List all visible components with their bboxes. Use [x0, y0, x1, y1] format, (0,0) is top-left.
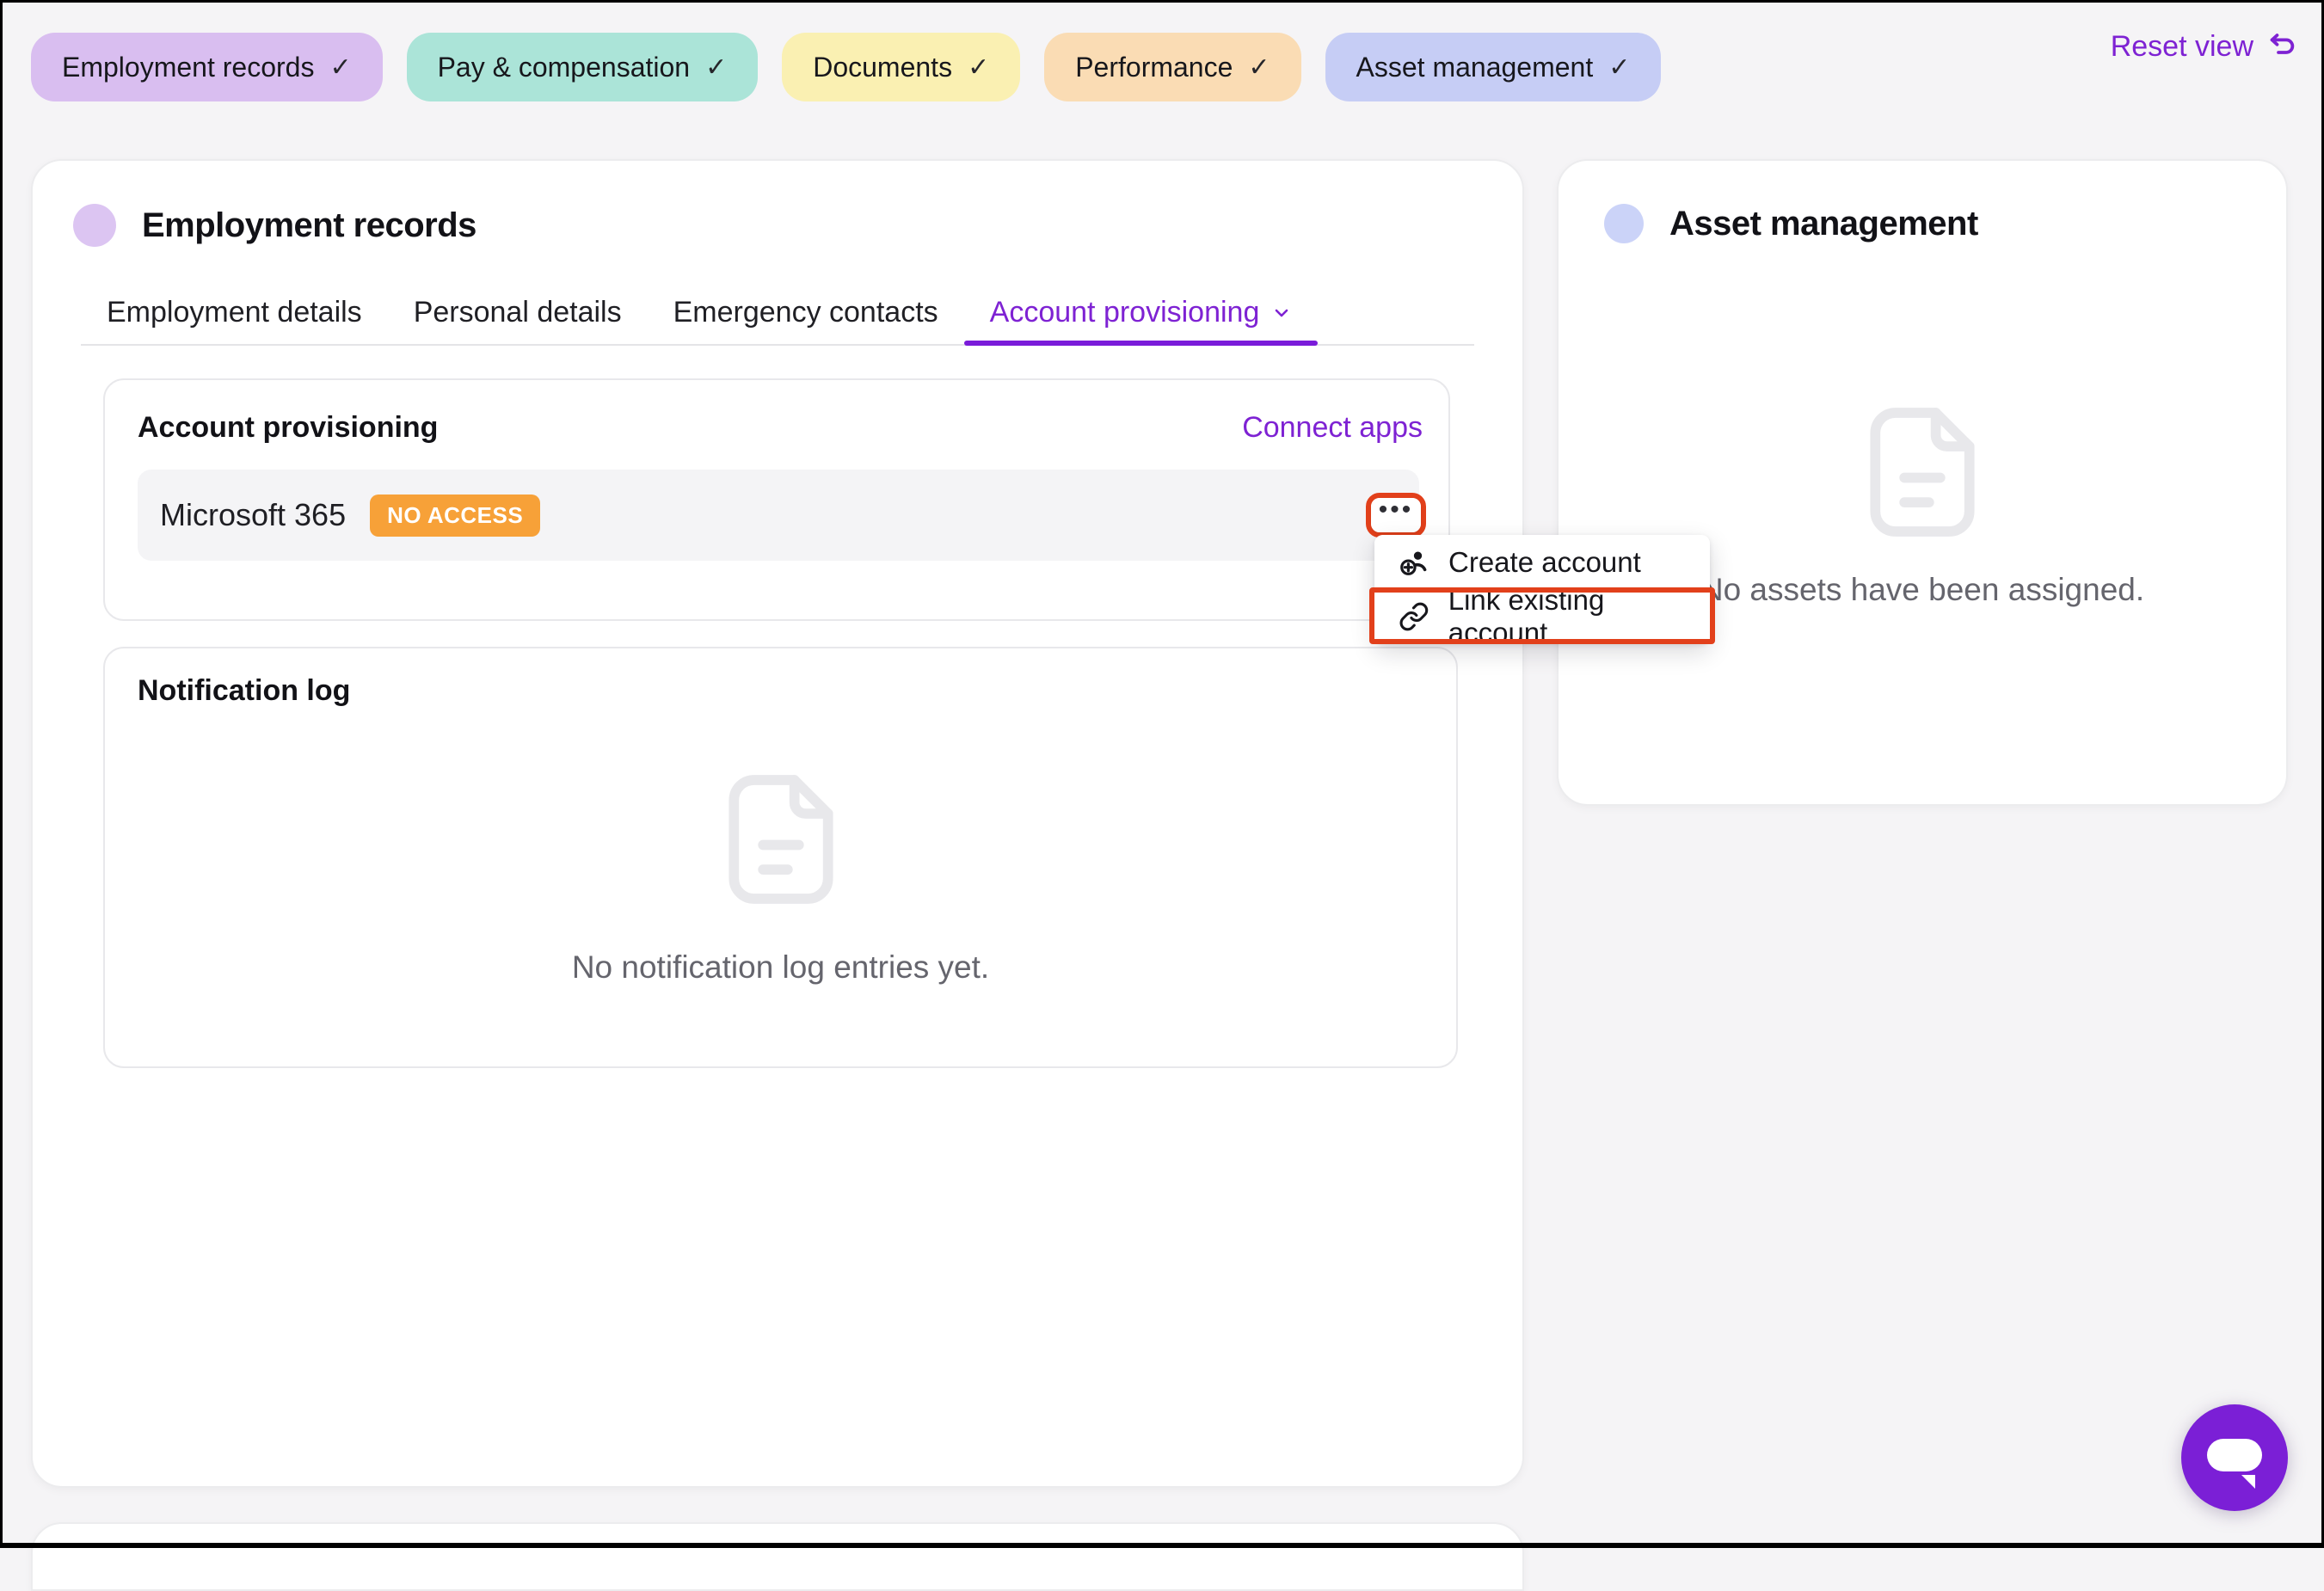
check-icon: ✓	[1248, 52, 1270, 83]
menu-item-label: Create account	[1448, 546, 1641, 579]
employment-records-card: Employment records Employment details Pe…	[31, 159, 1524, 1488]
more-icon: •••	[1379, 497, 1414, 523]
next-section-card	[31, 1522, 1524, 1591]
chevron-down-icon	[1271, 303, 1292, 323]
pill-label: Asset management	[1356, 52, 1594, 83]
account-provisioning-section: Account provisioning Connect apps Micros…	[103, 378, 1450, 621]
notification-empty-text: No notification log entries yet.	[105, 949, 1456, 986]
provisioning-section-title: Account provisioning	[138, 411, 438, 445]
employment-card-header: Employment records	[73, 204, 476, 247]
pill-asset-management[interactable]: Asset management ✓	[1325, 33, 1662, 101]
completed-steps-bar: Employment records ✓ Pay & compensation …	[31, 33, 1661, 101]
check-icon: ✓	[705, 52, 727, 83]
employment-records-dot-icon	[73, 204, 116, 247]
asset-management-dot-icon	[1604, 204, 1644, 243]
microsoft-365-row: Microsoft 365 NO ACCESS •••	[138, 470, 1419, 561]
pill-label: Employment records	[62, 52, 314, 83]
more-options-button[interactable]: •••	[1371, 498, 1421, 532]
pill-pay-compensation[interactable]: Pay & compensation ✓	[407, 33, 759, 101]
check-icon: ✓	[329, 52, 351, 83]
connect-apps-link[interactable]: Connect apps	[1242, 411, 1423, 445]
reset-undo-icon	[2266, 30, 2298, 63]
provisioning-context-menu: Create account Link existing account	[1374, 535, 1710, 643]
chat-bubble-icon	[2181, 1404, 2288, 1511]
menu-item-create-account[interactable]: Create account	[1374, 535, 1710, 589]
no-access-badge: NO ACCESS	[370, 494, 540, 537]
pill-label: Performance	[1075, 52, 1233, 83]
notification-log-title: Notification log	[138, 674, 350, 708]
link-icon	[1399, 601, 1429, 632]
employment-card-title: Employment records	[142, 206, 476, 245]
employment-tabbar: Employment details Personal details Emer…	[81, 281, 1474, 346]
tab-label: Account provisioning	[990, 296, 1260, 329]
empty-document-icon	[727, 773, 834, 906]
check-icon: ✓	[968, 52, 989, 83]
annotation-highlight-more-button: •••	[1366, 493, 1426, 538]
asset-management-card: Asset management No assets have been ass…	[1557, 159, 2288, 806]
tab-label: Employment details	[107, 296, 362, 329]
pill-documents[interactable]: Documents ✓	[782, 33, 1020, 101]
tab-employment-details[interactable]: Employment details	[81, 281, 388, 344]
asset-card-header: Asset management	[1604, 204, 1978, 243]
reset-view-button[interactable]: Reset view	[2111, 28, 2298, 65]
reset-view-label: Reset view	[2111, 30, 2253, 64]
chat-launcher-button[interactable]	[2181, 1404, 2288, 1511]
check-icon: ✓	[1608, 52, 1630, 83]
tab-account-provisioning[interactable]: Account provisioning	[964, 281, 1319, 344]
pill-performance[interactable]: Performance ✓	[1044, 33, 1300, 101]
tab-emergency-contacts[interactable]: Emergency contacts	[648, 281, 964, 344]
menu-item-link-existing-account[interactable]: Link existing account	[1374, 589, 1710, 643]
pill-label: Pay & compensation	[438, 52, 691, 83]
tab-personal-details[interactable]: Personal details	[388, 281, 648, 344]
empty-document-icon	[1869, 406, 1977, 538]
tab-label: Personal details	[414, 296, 622, 329]
menu-item-label: Link existing account	[1448, 584, 1710, 649]
app-name: Microsoft 365	[160, 497, 346, 533]
pill-employment-records[interactable]: Employment records ✓	[31, 33, 383, 101]
notification-log-section: Notification log No notification log ent…	[103, 647, 1458, 1068]
provisioning-section-head: Account provisioning Connect apps	[138, 411, 1423, 445]
user-plus-icon	[1399, 547, 1429, 578]
asset-card-title: Asset management	[1669, 205, 1978, 243]
tab-label: Emergency contacts	[673, 296, 938, 329]
pill-label: Documents	[813, 52, 952, 83]
